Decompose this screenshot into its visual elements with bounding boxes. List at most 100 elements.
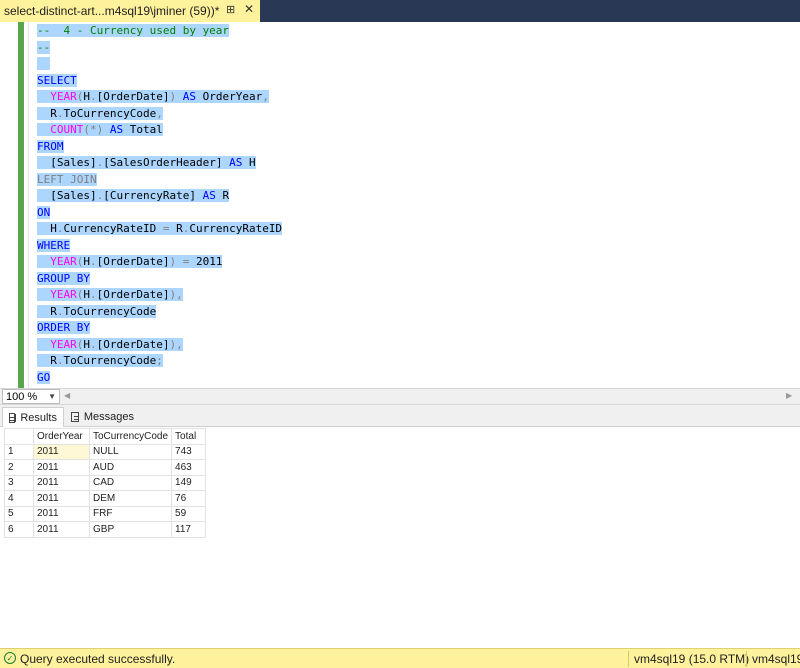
close-icon[interactable]: ✕ xyxy=(244,2,254,16)
pin-icon[interactable]: ⊞ xyxy=(226,3,235,16)
code-line[interactable]: LEFT JOIN xyxy=(37,172,282,189)
code-line[interactable]: R.ToCurrencyCode xyxy=(37,304,282,321)
code-line[interactable]: [Sales].[SalesOrderHeader] AS H xyxy=(37,155,282,172)
code-token: ; xyxy=(156,354,163,367)
code-token: AS xyxy=(229,156,243,169)
code-token: [CurrencyRate] xyxy=(103,189,203,202)
code-line[interactable]: YEAR(H.[OrderDate]), xyxy=(37,337,282,354)
code-line[interactable]: ON xyxy=(37,205,282,222)
cell-total[interactable]: 76 xyxy=(171,490,207,507)
code-token: [OrderDate] xyxy=(96,255,170,268)
cell-total[interactable]: 117 xyxy=(171,521,207,538)
code-line[interactable]: YEAR(H.[OrderDate]), xyxy=(37,287,282,304)
code-line[interactable]: COUNT(*) AS Total xyxy=(37,122,282,139)
code-token: ToCurrencyCode xyxy=(63,354,157,367)
zoom-select[interactable]: 100 % ▼ xyxy=(2,389,60,404)
code-line[interactable]: WHERE xyxy=(37,238,282,255)
code-token: ), xyxy=(169,337,183,351)
row-number[interactable]: 5 xyxy=(4,505,34,522)
code-token: ORDER BY xyxy=(37,321,90,334)
code-token: H xyxy=(83,337,90,351)
row-number[interactable]: 6 xyxy=(4,521,34,538)
row-number[interactable]: 3 xyxy=(4,474,34,491)
sql-code[interactable]: -- 4 - Currency used by year -- SELECT YE… xyxy=(37,23,283,387)
code-token: AS xyxy=(182,90,196,103)
code-line[interactable]: YEAR(H.[OrderDate]) AS OrderYear, xyxy=(37,89,282,106)
code-line[interactable]: H.CurrencyRateID = R.CurrencyRateID xyxy=(37,221,283,238)
tab-results[interactable]: Results xyxy=(2,407,64,427)
code-line[interactable]: -- xyxy=(37,40,282,57)
code-token: R xyxy=(169,222,183,235)
cell-tocurrencycode[interactable]: GBP xyxy=(88,521,173,538)
code-line[interactable]: FROM xyxy=(37,139,282,156)
code-line[interactable]: GO xyxy=(37,370,282,387)
code-token: LEFT JOIN xyxy=(37,172,97,186)
code-line[interactable]: R.ToCurrencyCode; xyxy=(37,353,282,370)
code-token: , xyxy=(156,106,163,120)
code-line[interactable]: SELECT xyxy=(37,73,282,90)
code-line[interactable]: GROUP BY xyxy=(37,271,282,288)
change-tracking-bar xyxy=(18,22,24,388)
cell-tocurrencycode[interactable]: DEM xyxy=(88,490,173,507)
scroll-left-icon[interactable]: ◀ xyxy=(64,391,70,400)
code-token: CurrencyRateID xyxy=(189,222,283,235)
code-line[interactable]: [Sales].[CurrencyRate] AS R xyxy=(37,188,282,205)
sql-editor[interactable]: -- 4 - Currency used by year -- SELECT YE… xyxy=(0,22,800,388)
code-token: . xyxy=(56,222,64,235)
code-token: YEAR xyxy=(50,255,77,268)
code-token: . xyxy=(90,90,97,103)
query-tab[interactable]: select-distinct-art...m4sql19\jminer (59… xyxy=(0,0,260,22)
cell-tocurrencycode[interactable]: NULL xyxy=(88,443,173,460)
cell-total[interactable]: 149 xyxy=(171,474,207,491)
row-number[interactable]: 1 xyxy=(4,443,34,460)
code-line[interactable] xyxy=(37,56,282,73)
cell-tocurrencycode[interactable]: FRF xyxy=(88,505,173,522)
code-token: [SalesOrderHeader] xyxy=(103,156,230,169)
column-header-total[interactable]: Total xyxy=(171,428,207,445)
scroll-right-icon[interactable]: ▶ xyxy=(786,391,792,400)
cell-total[interactable]: 743 xyxy=(171,443,207,460)
cell-orderyear[interactable]: 2011 xyxy=(33,505,90,522)
status-message: Query executed successfully. xyxy=(20,652,176,666)
code-token: (*) xyxy=(83,123,110,136)
status-bar: ✓ Query executed successfully. vm4sql19 … xyxy=(0,648,800,668)
cell-total[interactable]: 59 xyxy=(171,505,207,522)
table-row: 2 2011 AUD 463 xyxy=(4,459,207,476)
cell-tocurrencycode[interactable]: AUD xyxy=(88,459,173,476)
tab-messages[interactable]: Messages xyxy=(65,407,140,427)
cell-orderyear[interactable]: 2011 xyxy=(33,521,90,538)
code-token: CurrencyRateID xyxy=(63,222,163,235)
code-line[interactable]: ORDER BY xyxy=(37,320,282,337)
column-header-orderyear[interactable]: OrderYear xyxy=(33,428,90,445)
code-token xyxy=(37,288,51,301)
code-token: , xyxy=(262,90,269,103)
code-token: AS xyxy=(202,189,216,202)
cell-tocurrencycode[interactable]: CAD xyxy=(88,474,173,491)
cell-orderyear[interactable]: 2011 xyxy=(33,443,90,460)
column-header-tocurrencycode[interactable]: ToCurrencyCode xyxy=(88,428,173,445)
code-token: [OrderDate] xyxy=(96,337,170,351)
code-token: YEAR xyxy=(50,288,77,301)
code-token: . xyxy=(56,304,64,318)
code-token: 2011 xyxy=(195,255,223,268)
table-row: 3 2011 CAD 149 xyxy=(4,474,207,491)
code-token: R xyxy=(215,189,230,202)
code-token: ON xyxy=(37,205,51,219)
cell-orderyear[interactable]: 2011 xyxy=(33,490,90,507)
code-line[interactable]: -- 4 - Currency used by year xyxy=(37,23,282,40)
code-line[interactable]: R.ToCurrencyCode, xyxy=(37,106,282,123)
code-token: OrderYear xyxy=(195,90,263,103)
code-token: . xyxy=(90,255,97,268)
cell-orderyear[interactable]: 2011 xyxy=(33,474,90,491)
code-token: H xyxy=(83,90,90,103)
row-number[interactable]: 2 xyxy=(4,459,34,476)
tab-results-label: Results xyxy=(20,411,57,424)
code-token: COUNT xyxy=(50,123,84,136)
row-number-header[interactable] xyxy=(4,428,34,445)
code-line[interactable]: YEAR(H.[OrderDate]) = 2011 xyxy=(37,254,282,271)
code-token: H xyxy=(83,288,90,301)
code-token: ), xyxy=(169,288,183,301)
row-number[interactable]: 4 xyxy=(4,490,34,507)
cell-orderyear[interactable]: 2011 xyxy=(33,459,90,476)
cell-total[interactable]: 463 xyxy=(171,459,207,476)
